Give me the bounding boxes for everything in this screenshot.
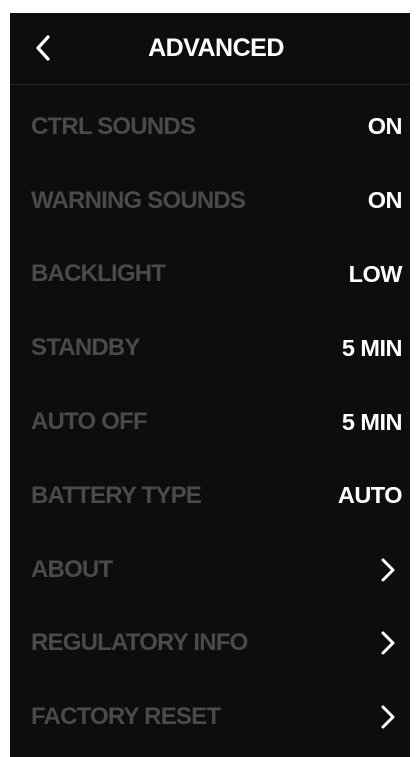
chevron-left-icon [36,35,50,61]
chevron-right-icon [376,705,400,729]
chevron-right-icon [376,558,400,582]
setting-warning-sounds[interactable]: WARNING SOUNDS ON [10,164,410,238]
setting-value: 5 MIN [341,408,403,435]
setting-value: 5 MIN [341,334,403,361]
menu-item-regulatory-info[interactable]: REGULATORY INFO [10,607,410,681]
setting-ctrl-sounds[interactable]: CTRL SOUNDS ON [10,90,410,164]
setting-value: ON [367,113,403,140]
setting-label: CTRL SOUNDS [31,112,196,140]
header-bar: ADVANCED [10,13,410,85]
menu-item-about[interactable]: ABOUT [10,533,410,607]
setting-value: ON [367,187,403,214]
back-button[interactable] [28,33,58,63]
menu-item-factory-reset[interactable]: FACTORY RESET [10,680,410,754]
setting-battery-type[interactable]: BATTERY TYPE AUTO [10,459,410,533]
advanced-settings-screen: ADVANCED CTRL SOUNDS ON WARNING SOUNDS O… [10,13,410,757]
setting-standby[interactable]: STANDBY 5 MIN [10,311,410,385]
chevron-right-icon [376,631,400,655]
setting-label: AUTO OFF [31,408,148,436]
menu-item-label: ABOUT [31,555,113,583]
setting-label: STANDBY [31,334,140,362]
setting-label: BATTERY TYPE [31,481,202,509]
setting-auto-off[interactable]: AUTO OFF 5 MIN [10,385,410,459]
menu-item-label: FACTORY RESET [31,703,221,731]
setting-value: AUTO [337,482,403,509]
settings-list: CTRL SOUNDS ON WARNING SOUNDS ON BACKLIG… [10,90,410,754]
setting-label: WARNING SOUNDS [31,186,246,214]
page-title: ADVANCED [148,34,284,62]
setting-backlight[interactable]: BACKLIGHT LOW [10,238,410,312]
setting-value: LOW [348,260,403,287]
setting-label: BACKLIGHT [31,260,166,288]
menu-item-label: REGULATORY INFO [31,629,248,657]
